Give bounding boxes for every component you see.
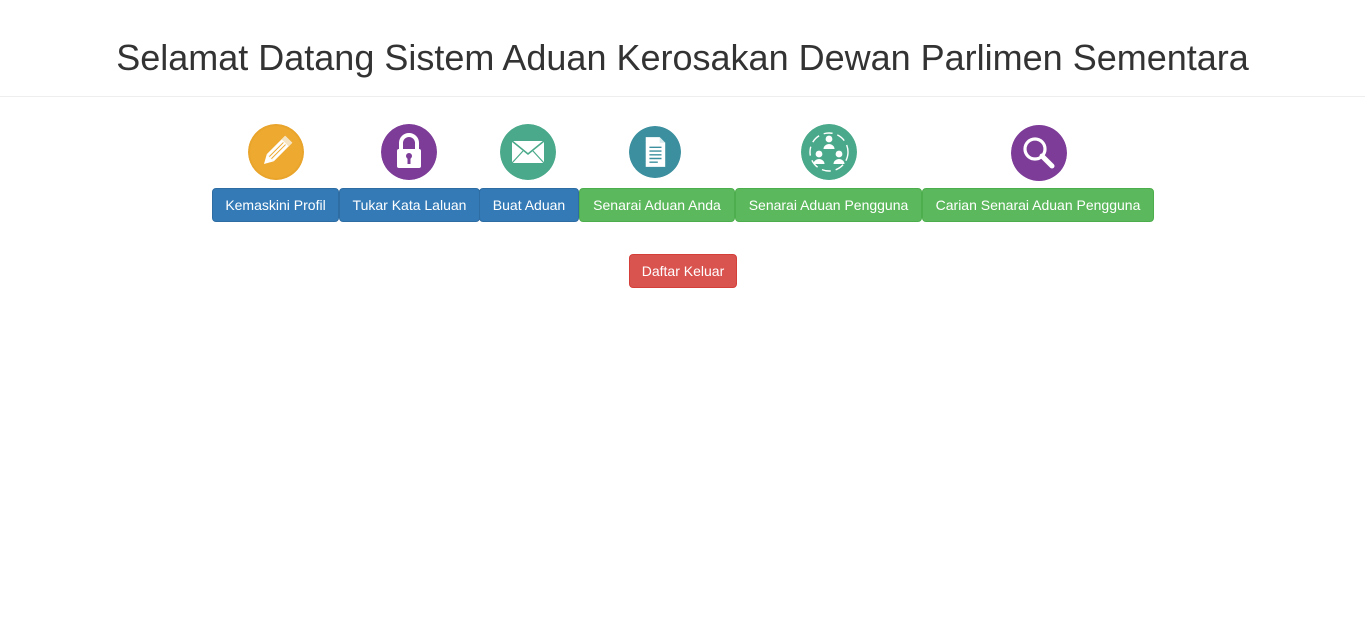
- buat-aduan-button[interactable]: Buat Aduan: [479, 188, 579, 222]
- page-header: Selamat Datang Sistem Aduan Kerosakan De…: [0, 0, 1365, 97]
- envelope-icon[interactable]: [500, 124, 556, 180]
- tukar-kata-laluan-button[interactable]: Tukar Kata Laluan: [339, 188, 480, 222]
- document-icon[interactable]: [629, 126, 681, 178]
- carian-senarai-aduan-pengguna-button[interactable]: Carian Senarai Aduan Pengguna: [922, 188, 1154, 222]
- page-title: Selamat Datang Sistem Aduan Kerosakan De…: [116, 37, 1249, 78]
- senarai-aduan-pengguna-button[interactable]: Senarai Aduan Pengguna: [735, 188, 922, 222]
- pencil-icon[interactable]: [248, 124, 304, 180]
- search-icon[interactable]: [1011, 124, 1067, 182]
- daftar-keluar-button[interactable]: Daftar Keluar: [629, 254, 737, 288]
- lock-icon[interactable]: [381, 124, 437, 180]
- senarai-aduan-anda-button[interactable]: Senarai Aduan Anda: [579, 188, 735, 222]
- users-cycle-icon[interactable]: [801, 124, 857, 180]
- kemaskini-profil-button[interactable]: Kemaskini Profil: [212, 188, 339, 222]
